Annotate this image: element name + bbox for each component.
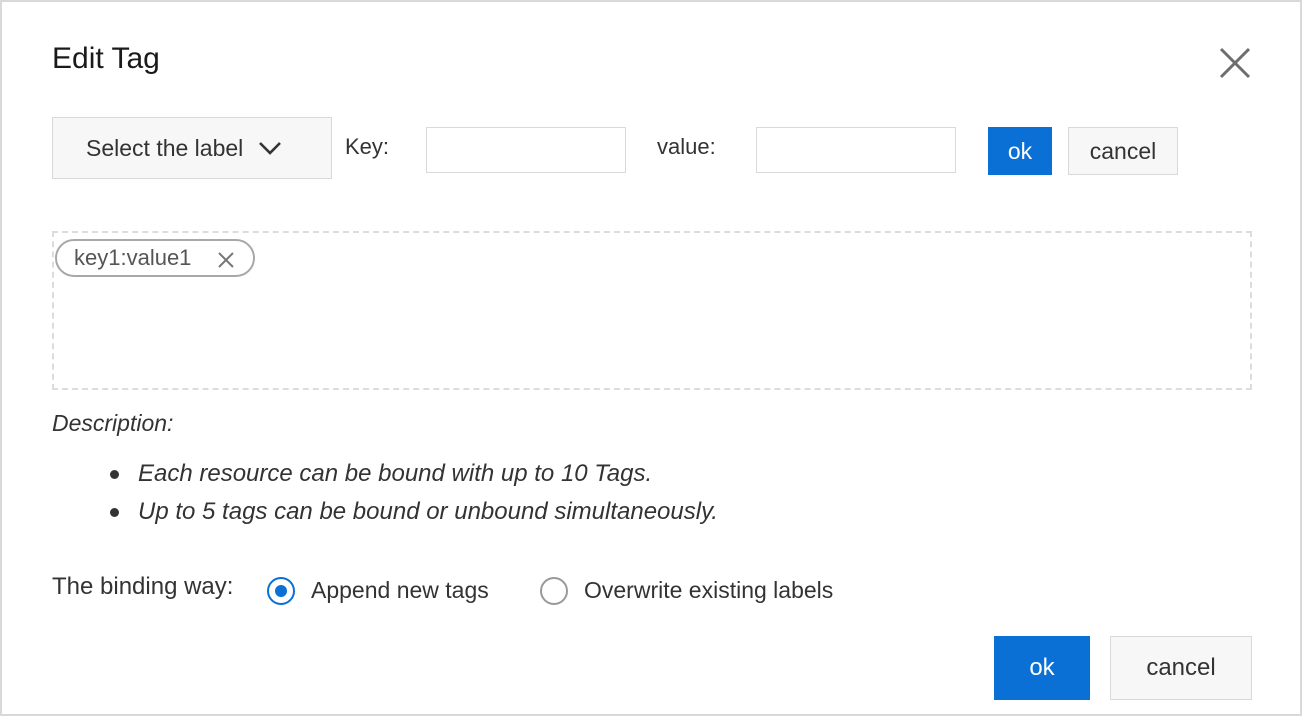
tag-chip: key1:value1 xyxy=(55,239,256,277)
binding-way-label: The binding way: xyxy=(52,573,234,600)
dialog-title: Edit Tag xyxy=(52,42,160,75)
description-list: Each resource can be bound with up to 10… xyxy=(110,457,718,533)
value-label: value: xyxy=(657,134,716,159)
value-input[interactable] xyxy=(756,127,956,173)
key-input[interactable] xyxy=(426,127,626,173)
bullet-icon xyxy=(110,508,119,517)
description-item: Each resource can be bound with up to 10… xyxy=(110,457,718,495)
add-tag-ok-button[interactable]: ok xyxy=(988,127,1052,175)
key-label: Key: xyxy=(345,134,390,159)
overwrite-radio-label[interactable]: Overwrite existing labels xyxy=(584,577,833,604)
edit-tag-dialog: Edit Tag Select the label Key: value: ok… xyxy=(0,0,1302,716)
add-tag-cancel-button[interactable]: cancel xyxy=(1068,127,1178,175)
close-icon[interactable] xyxy=(1217,45,1253,81)
cancel-button[interactable]: cancel xyxy=(1110,636,1252,700)
label-select[interactable]: Select the label xyxy=(52,117,332,179)
chevron-down-icon xyxy=(257,135,283,161)
overwrite-radio[interactable] xyxy=(540,577,568,605)
tag-list-area: key1:value1 xyxy=(52,231,1252,390)
description-item: Up to 5 tags can be bound or unbound sim… xyxy=(110,495,718,533)
description-title: Description: xyxy=(52,410,174,436)
ok-button[interactable]: ok xyxy=(994,636,1090,700)
tag-chip-label: key1:value1 xyxy=(74,245,192,270)
label-select-text: Select the label xyxy=(86,134,244,161)
bullet-icon xyxy=(110,470,119,479)
append-radio[interactable] xyxy=(267,577,295,605)
append-radio-label[interactable]: Append new tags xyxy=(311,577,489,604)
close-small-icon[interactable] xyxy=(217,249,235,268)
